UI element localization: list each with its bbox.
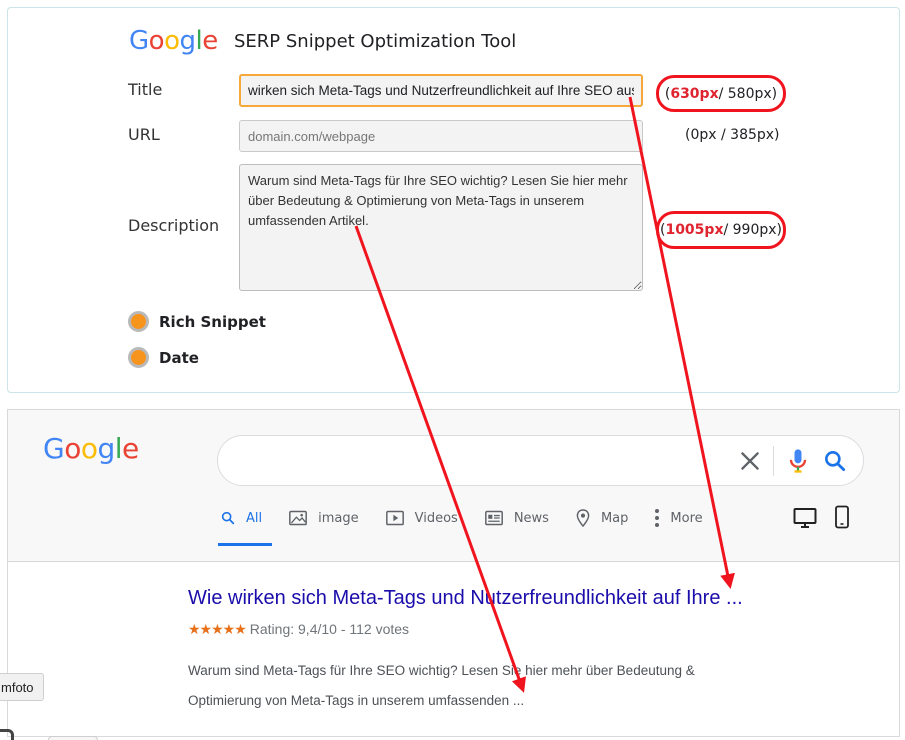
mobile-icon[interactable] — [834, 505, 850, 529]
tab-more[interactable]: More — [654, 506, 703, 530]
more-vert-icon — [655, 509, 660, 527]
result-rating: ★★★★★ Rating: 9,4/10 - 112 votes — [188, 621, 409, 638]
url-input[interactable] — [239, 120, 643, 152]
tab-map[interactable]: Map — [575, 506, 628, 530]
page-title: SERP Snippet Optimization Tool — [234, 31, 517, 52]
search-input[interactable] — [217, 435, 864, 486]
rich-snippet-label: Rich Snippet — [159, 312, 266, 331]
search-icon[interactable] — [822, 448, 848, 474]
rating-text: Rating: 9,4/10 - 112 votes — [249, 621, 410, 637]
news-icon — [484, 510, 503, 526]
rich-snippet-radio[interactable] — [128, 311, 149, 332]
date-radio[interactable] — [128, 347, 149, 368]
google-logo: Google — [129, 26, 218, 56]
map-pin-icon — [576, 509, 590, 528]
snippet-tool-panel: Google SERP Snippet Optimization Tool Ti… — [7, 7, 900, 393]
tab-label: Videos — [414, 510, 458, 526]
active-tab-indicator — [218, 543, 272, 546]
rating-stars: ★★★★★ — [188, 621, 247, 637]
video-icon — [385, 510, 404, 526]
tab-news[interactable]: News — [484, 506, 549, 530]
tooltip-chip: mfoto — [0, 673, 44, 701]
title-label: Title — [128, 80, 163, 99]
description-length-value: 1005px — [665, 222, 724, 238]
rich-snippet-toggle[interactable]: Rich Snippet — [128, 311, 266, 332]
search-divider — [773, 446, 774, 476]
result-description: Warum sind Meta-Tags für Ihre SEO wichti… — [188, 663, 695, 708]
microphone-icon[interactable] — [784, 447, 812, 475]
search-icon — [221, 511, 235, 525]
tab-videos[interactable]: Videos — [385, 506, 458, 530]
google-logo: Google — [43, 432, 139, 465]
corner-pill-fragment — [48, 736, 98, 740]
description-label: Description — [128, 216, 220, 235]
tab-label: News — [513, 510, 549, 526]
serp-preview-panel: Google All image Videos News Map More Wi… — [7, 409, 900, 737]
url-label: URL — [128, 125, 160, 144]
image-icon — [289, 510, 308, 526]
description-textarea[interactable]: Warum sind Meta-Tags für Ihre SEO wichti… — [239, 164, 643, 291]
title-input[interactable] — [239, 74, 643, 107]
desktop-icon[interactable] — [793, 507, 817, 529]
tab-label: All — [246, 510, 263, 526]
serp-header: Google All image Videos News Map More — [8, 410, 899, 562]
tab-label: image — [318, 510, 359, 526]
title-length-value: 630px — [670, 85, 719, 102]
date-label: Date — [159, 348, 199, 367]
tab-label: Map — [600, 510, 629, 526]
corner-widget-fragment — [0, 729, 14, 740]
title-length-counter: (630px / 580px) — [656, 75, 786, 112]
tab-all[interactable]: All — [220, 506, 262, 530]
result-title-link[interactable]: Wie wirken sich Meta-Tags und Nutzerfreu… — [188, 587, 743, 610]
close-icon[interactable] — [737, 448, 763, 474]
url-length-counter: (0px / 385px) — [685, 127, 780, 143]
date-toggle[interactable]: Date — [128, 347, 199, 368]
serp-tabs: All image Videos News Map More — [220, 506, 729, 546]
tab-label: More — [670, 510, 703, 526]
description-length-counter: (1005px / 990px) — [656, 211, 786, 249]
tab-image[interactable]: image — [288, 506, 359, 530]
